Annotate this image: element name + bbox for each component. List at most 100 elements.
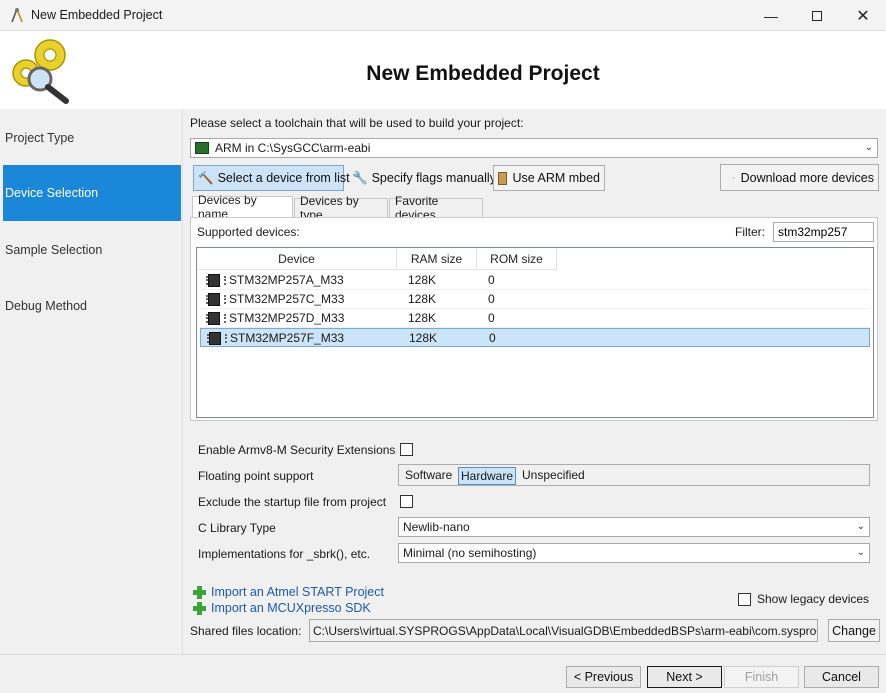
table-row[interactable]: STM32MP257C_M33 128K 0: [200, 290, 870, 309]
minimize-button[interactable]: —: [748, 0, 794, 31]
import-mcuxpresso-link[interactable]: Import an MCUXpresso SDK: [211, 601, 371, 615]
floating-point-selector: Software Hardware Unspecified: [398, 464, 870, 486]
column-header-label: Device: [278, 251, 315, 266]
chip-icon: [207, 332, 227, 345]
sidebar-item-label: Sample Selection: [5, 243, 103, 257]
wizard-sidebar: Project Type Device Selection Sample Sel…: [0, 109, 183, 654]
specify-flags-label: Specify flags manually: [371, 171, 496, 185]
next-label: Next >: [666, 670, 703, 684]
download-more-devices-button[interactable]: Download more devices: [720, 164, 879, 191]
box-icon: [498, 171, 508, 185]
sidebar-item-sample-selection[interactable]: Sample Selection: [0, 222, 181, 278]
exclude-startup-label: Exclude the startup file from project: [198, 495, 387, 509]
chip-icon: [206, 312, 226, 325]
column-header-rom[interactable]: ROM size: [477, 248, 557, 270]
close-button[interactable]: ✕: [840, 0, 886, 31]
previous-label: < Previous: [573, 670, 634, 684]
sidebar-item-label: Debug Method: [5, 299, 88, 313]
sidebar-item-device-selection[interactable]: Device Selection: [3, 165, 181, 221]
ram-size: 128K: [408, 311, 437, 325]
rom-size: 0: [489, 331, 496, 345]
shared-files-path[interactable]: C:\Users\virtual.SYSPROGS\AppData\Local\…: [309, 619, 818, 642]
use-arm-mbed-label: Use ARM mbed: [512, 171, 600, 185]
fp-option-hardware[interactable]: Hardware: [458, 467, 517, 485]
shared-files-label: Shared files location:: [190, 624, 302, 638]
download-arrow-icon: [733, 176, 735, 179]
implementations-select[interactable]: Minimal (no semihosting) ⌄: [398, 543, 870, 563]
show-legacy-devices-label: Show legacy devices: [757, 592, 870, 606]
toolchain-select[interactable]: ARM in C:\SysGCC\arm-eabi ⌄: [190, 138, 878, 158]
c-library-label: C Library Type: [198, 521, 276, 535]
tab-devices-by-name[interactable]: Devices by name: [192, 193, 293, 221]
select-device-from-list-label: Select a device from list: [217, 171, 350, 185]
tab-devices-by-type[interactable]: Devices by type: [294, 194, 388, 222]
table-row[interactable]: STM32MP257D_M33 128K 0: [200, 309, 870, 328]
fp-option-unspecified[interactable]: Unspecified: [522, 468, 585, 482]
c-library-select[interactable]: Newlib-nano ⌄: [398, 517, 870, 537]
chip-icon: [206, 293, 226, 306]
toolchain-value: ARM in C:\SysGCC\arm-eabi: [215, 141, 371, 155]
filter-input[interactable]: [773, 222, 874, 242]
sidebar-item-project-type[interactable]: Project Type: [0, 110, 181, 166]
use-arm-mbed-button[interactable]: Use ARM mbed: [493, 165, 605, 191]
c-library-value: Newlib-nano: [403, 520, 470, 534]
implementations-value: Minimal (no semihosting): [403, 546, 537, 560]
maximize-button[interactable]: [794, 0, 840, 31]
chevron-down-icon: ⌄: [864, 142, 873, 153]
floating-point-label: Floating point support: [198, 469, 314, 483]
chip-icon: [206, 274, 226, 287]
finish-button[interactable]: Finish: [724, 666, 799, 688]
rom-size: 0: [488, 292, 495, 306]
next-button[interactable]: Next >: [647, 666, 722, 688]
minimize-icon: —: [764, 7, 778, 24]
ram-size: 128K: [408, 292, 437, 306]
device-name: STM32MP257D_M33: [229, 311, 345, 325]
column-header-ram[interactable]: RAM size: [397, 248, 477, 270]
sidebar-item-debug-method[interactable]: Debug Method: [0, 278, 181, 334]
chip-icon: [195, 142, 209, 154]
download-more-devices-label: Download more devices: [740, 170, 874, 185]
cancel-label: Cancel: [822, 670, 861, 684]
change-button[interactable]: Change: [828, 619, 880, 642]
filter-label: Filter:: [735, 225, 765, 239]
finish-label: Finish: [744, 670, 779, 684]
cancel-button[interactable]: Cancel: [804, 666, 879, 688]
chevron-down-icon: ⌄: [856, 547, 865, 558]
window-title: New Embedded Project: [31, 8, 163, 22]
exclude-startup-checkbox[interactable]: [400, 495, 413, 508]
supported-devices-label: Supported devices:: [197, 225, 300, 239]
compass-icon: [11, 8, 23, 23]
rom-size: 0: [488, 311, 495, 325]
show-legacy-devices-checkbox[interactable]: [738, 593, 751, 606]
rom-size: 0: [488, 273, 495, 287]
security-extensions-checkbox[interactable]: [400, 443, 413, 456]
maximize-icon: [812, 10, 822, 21]
change-label: Change: [832, 623, 876, 638]
specify-flags-button[interactable]: 🔧 Specify flags manually: [347, 165, 496, 191]
wizard-title: New Embedded Project: [366, 62, 600, 85]
fp-option-software[interactable]: Software: [405, 468, 452, 482]
security-extensions-label: Enable Armv8-M Security Extensions: [198, 443, 396, 457]
sidebar-item-label: Project Type: [5, 131, 75, 145]
device-name: STM32MP257C_M33: [229, 292, 345, 306]
plus-icon: [193, 586, 206, 599]
select-device-from-list-button[interactable]: 🔨 Select a device from list: [193, 165, 350, 191]
table-row[interactable]: STM32MP257A_M33 128K 0: [200, 271, 870, 290]
toolchain-prompt: Please select a toolchain that will be u…: [190, 116, 524, 130]
ram-size: 128K: [409, 331, 438, 345]
device-name: STM32MP257A_M33: [229, 273, 344, 287]
previous-button[interactable]: < Previous: [566, 666, 641, 688]
device-table[interactable]: Device RAM size ROM size STM32MP257A_M33…: [196, 247, 874, 418]
implementations-label: Implementations for _sbrk(), etc.: [198, 547, 371, 561]
column-header-label: RAM size: [410, 251, 463, 266]
ram-size: 128K: [408, 273, 437, 287]
column-header-device[interactable]: Device: [197, 248, 397, 270]
column-header-label: ROM size: [490, 251, 543, 266]
table-row-selected[interactable]: STM32MP257F_M33 128K 0: [200, 328, 870, 347]
import-atmel-start-link[interactable]: Import an Atmel START Project: [211, 585, 384, 599]
device-name: STM32MP257F_M33: [230, 331, 345, 345]
plus-icon: [193, 602, 206, 615]
tab-favorite-devices[interactable]: Favorite devices: [389, 194, 483, 222]
sidebar-item-label: Device Selection: [5, 186, 99, 200]
wrench-icon: 🔧: [352, 170, 368, 185]
